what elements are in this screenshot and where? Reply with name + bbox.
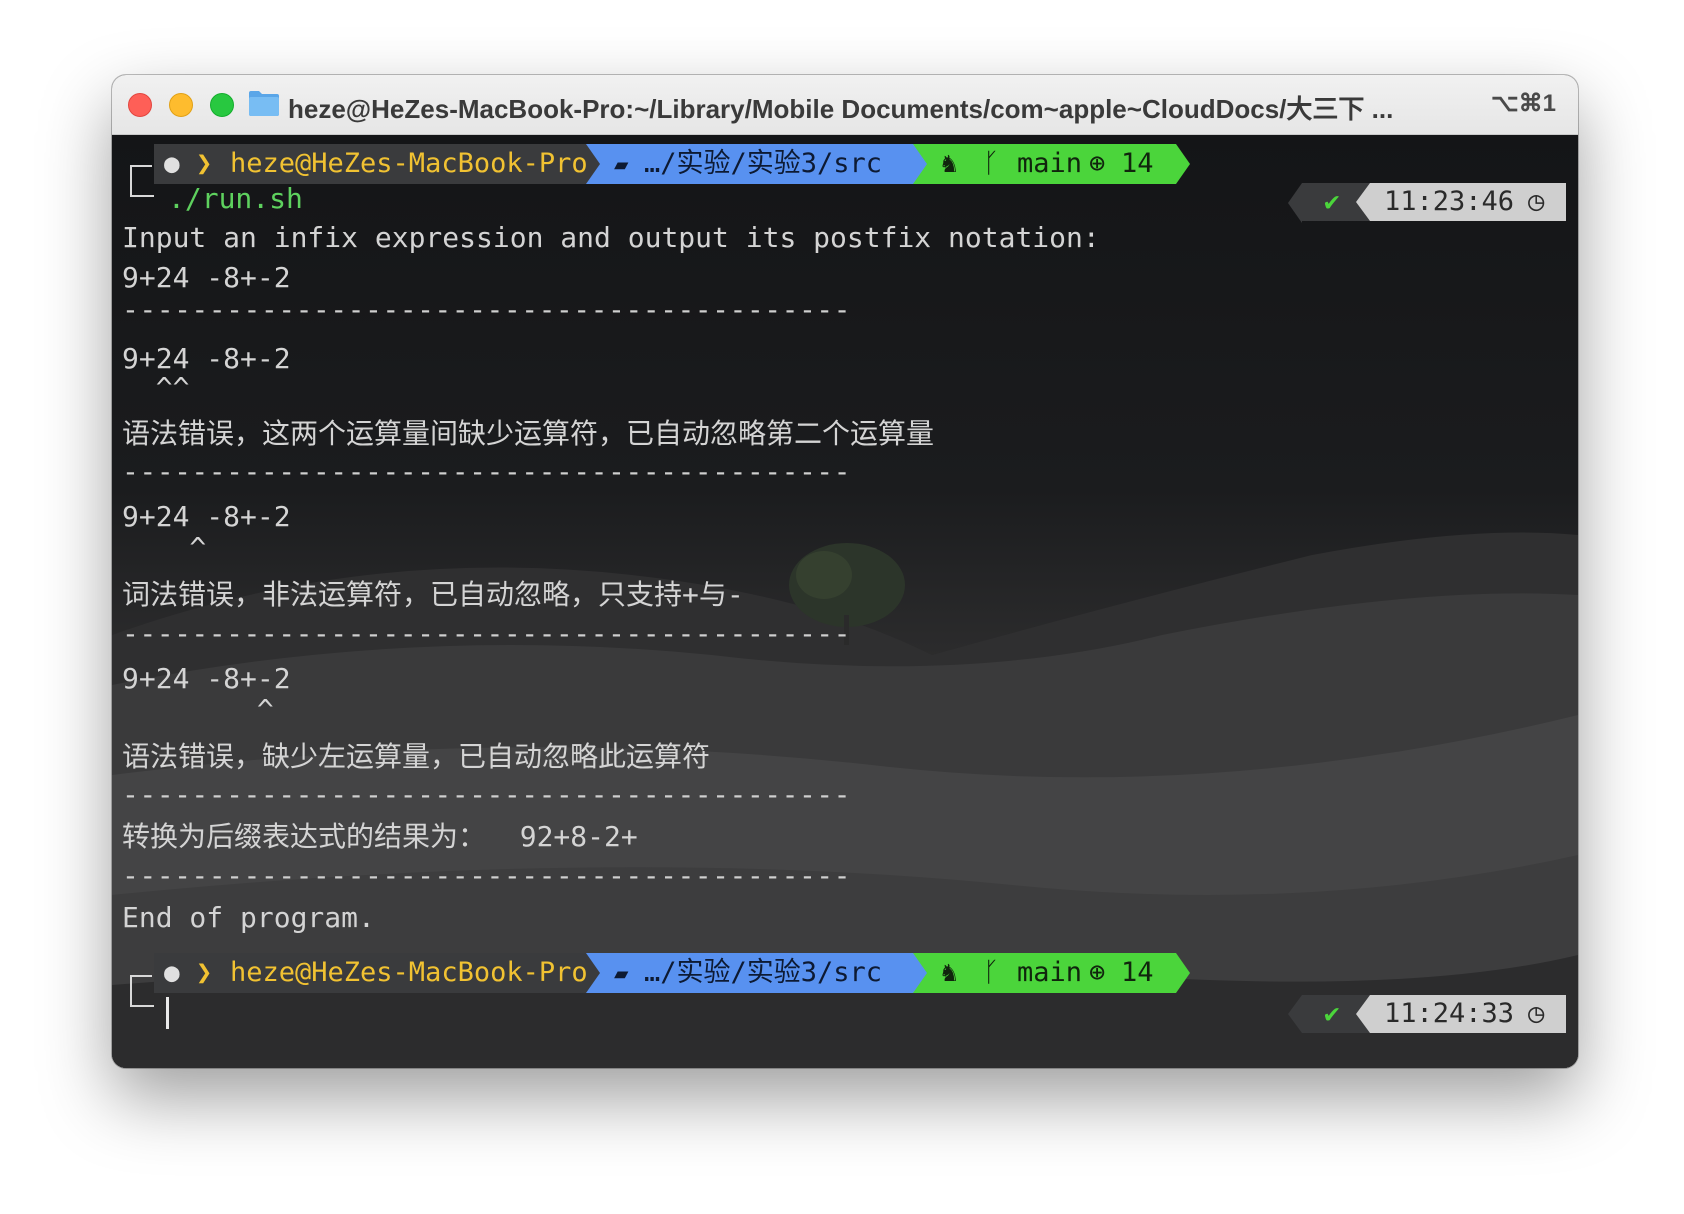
check-icon: ✔ — [1324, 999, 1340, 1029]
prompt-path: …/实验/实验3/src — [644, 148, 883, 179]
prompt-git-segment: ♞ ᚴ main ⊕ 14 — [913, 144, 1176, 184]
clock-icon: ◷ — [1528, 186, 1545, 217]
minimize-button[interactable] — [169, 93, 193, 117]
prompt-corner — [130, 165, 154, 197]
chevron-right-icon: ❯ — [196, 148, 213, 179]
prompt-host: heze@HeZes-MacBook-Pro — [230, 148, 588, 179]
error3-message: 语法错误，缺少左运算量，已自动忽略此运算符 — [122, 740, 711, 773]
right-status-2: ✔ 11:24:33 ◷ — [1288, 995, 1566, 1033]
end-of-program: End of program. — [122, 901, 375, 934]
separator-line: ----------------------------------------… — [122, 859, 852, 892]
terminal-window: heze@HeZes-MacBook-Pro:~/Library/Mobile … — [112, 75, 1578, 1068]
error2-expression: 9+24 -8+-2 — [122, 500, 291, 533]
prompt-corner — [130, 975, 154, 1007]
github-cat-icon: ♞ — [941, 148, 958, 179]
error1-marker: ^^ — [122, 371, 190, 404]
prompt-host-segment: ● ❯ heze@HeZes-MacBook-Pro — [154, 144, 588, 184]
status-time: 11:24:33 ◷ — [1370, 995, 1566, 1033]
folder-icon — [249, 91, 279, 116]
git-branch-icon: ᚴ — [983, 148, 1000, 179]
check-icon: ✔ — [1324, 187, 1340, 217]
maximize-button[interactable] — [210, 93, 234, 117]
prompt-path-segment: ▰ …/实验/实验3/src — [586, 953, 913, 993]
separator-line: ----------------------------------------… — [122, 778, 852, 811]
arrow-up-circle-icon: ⊕ — [1089, 148, 1106, 179]
status-time: 11:23:46 ◷ — [1370, 183, 1566, 221]
git-branch-icon: ᚴ — [983, 957, 1000, 988]
arrow-up-circle-icon: ⊕ — [1089, 957, 1106, 988]
git-ahead-count: 14 — [1121, 957, 1154, 988]
github-cat-icon: ♞ — [941, 957, 958, 988]
error3-expression: 9+24 -8+-2 — [122, 662, 291, 695]
apple-icon: ● — [164, 149, 180, 179]
prompt-host: heze@HeZes-MacBook-Pro — [230, 957, 588, 988]
folder-open-icon: ▰ — [614, 150, 629, 178]
time-text: 11:24:33 — [1384, 998, 1515, 1029]
terminal-area[interactable]: ● ❯ heze@HeZes-MacBook-Pro ▰ …/实验/实验3/sr… — [112, 135, 1578, 1068]
error1-message: 语法错误，这两个运算量间缺少运算符，已自动忽略第二个运算量 — [122, 417, 935, 450]
title-bar: heze@HeZes-MacBook-Pro:~/Library/Mobile … — [112, 75, 1578, 135]
text-cursor — [166, 997, 169, 1029]
command-text: ./run.sh — [168, 182, 303, 215]
window-shortcut: ⌥⌘1 — [1490, 90, 1556, 117]
error2-marker: ^ — [122, 531, 207, 564]
prompt-host-segment: ● ❯ heze@HeZes-MacBook-Pro — [154, 953, 588, 993]
separator-line: ----------------------------------------… — [122, 293, 852, 326]
prompt-path-segment: ▰ …/实验/实验3/src — [586, 144, 913, 184]
right-status-1: ✔ 11:23:46 ◷ — [1288, 183, 1566, 223]
error3-marker: ^ — [122, 693, 274, 726]
chevron-right-icon: ❯ — [196, 957, 213, 988]
window-title: heze@HeZes-MacBook-Pro:~/Library/Mobile … — [288, 94, 1394, 124]
output-intro: Input an infix expression and output its… — [122, 221, 1100, 254]
git-branch: main — [1017, 957, 1083, 988]
time-text: 11:23:46 — [1384, 186, 1515, 217]
output-input: 9+24 -8+-2 — [122, 261, 291, 294]
close-button[interactable] — [128, 93, 152, 117]
git-ahead-count: 14 — [1121, 148, 1154, 179]
apple-icon: ● — [164, 958, 180, 988]
result-line: 转换为后缀表达式的结果为： 92+8-2+ — [122, 820, 638, 853]
git-branch: main — [1017, 148, 1083, 179]
prompt-path: …/实验/实验3/src — [644, 957, 883, 988]
clock-icon: ◷ — [1528, 998, 1545, 1029]
separator-line: ----------------------------------------… — [122, 455, 852, 488]
separator-line: ----------------------------------------… — [122, 617, 852, 650]
error2-message: 词法错误，非法运算符，已自动忽略，只支持+与- — [122, 578, 744, 611]
folder-open-icon: ▰ — [614, 959, 629, 987]
prompt-git-segment: ♞ ᚴ main ⊕ 14 — [913, 953, 1176, 993]
